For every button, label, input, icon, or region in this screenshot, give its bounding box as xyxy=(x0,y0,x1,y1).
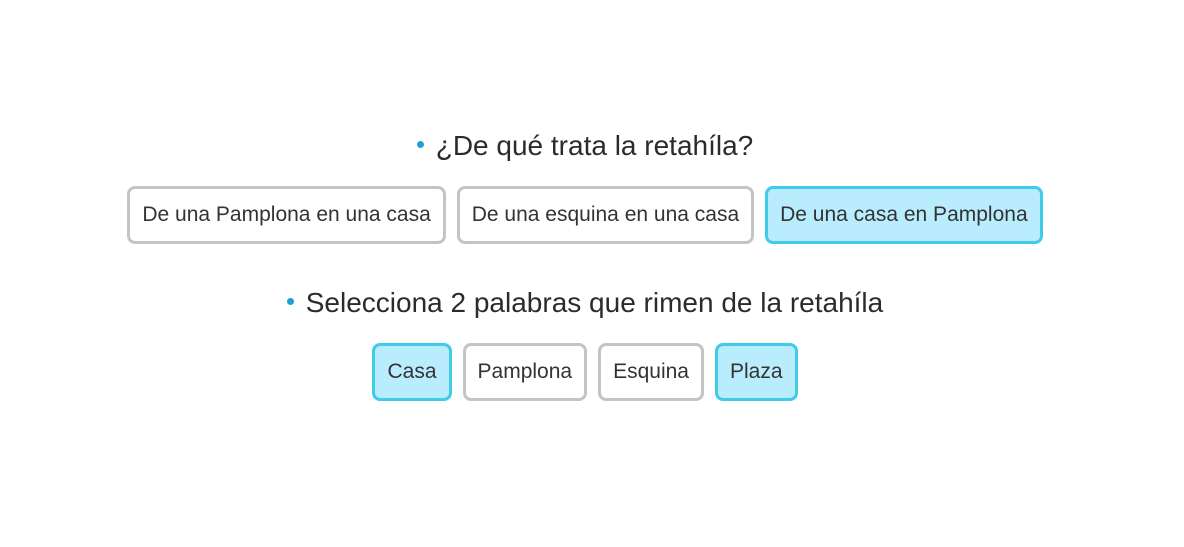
option-label: Pamplona xyxy=(477,360,573,383)
bullet-icon xyxy=(286,298,294,306)
option-casa-en-pamplona[interactable]: De una casa en Pamplona xyxy=(765,186,1043,244)
option-label: De una Pamplona en una casa xyxy=(142,203,431,226)
option-label: Casa xyxy=(387,360,437,383)
option-plaza[interactable]: Plaza xyxy=(714,343,798,401)
question-1-text: ¿De qué trata la retahíla? xyxy=(435,130,754,161)
question-2: Selecciona 2 palabras que rimen de la re… xyxy=(0,285,1170,321)
option-label: De una casa en Pamplona xyxy=(780,203,1028,226)
option-esquina[interactable]: Esquina xyxy=(598,343,704,401)
option-label: Esquina xyxy=(613,360,689,383)
question-2-text: Selecciona 2 palabras que rimen de la re… xyxy=(305,287,884,318)
option-pamplona[interactable]: Pamplona xyxy=(462,343,588,401)
question-1: ¿De qué trata la retahíla? xyxy=(0,128,1170,164)
option-pamplona-en-casa[interactable]: De una Pamplona en una casa xyxy=(127,186,446,244)
option-label: Plaza xyxy=(729,360,783,383)
question-2-options: Casa Pamplona Esquina Plaza xyxy=(0,343,1170,401)
option-casa[interactable]: Casa xyxy=(372,343,452,401)
option-esquina-en-casa[interactable]: De una esquina en una casa xyxy=(456,186,755,244)
option-label: De una esquina en una casa xyxy=(471,203,740,226)
bullet-icon xyxy=(416,141,424,149)
question-1-options: De una Pamplona en una casa De una esqui… xyxy=(0,186,1170,244)
